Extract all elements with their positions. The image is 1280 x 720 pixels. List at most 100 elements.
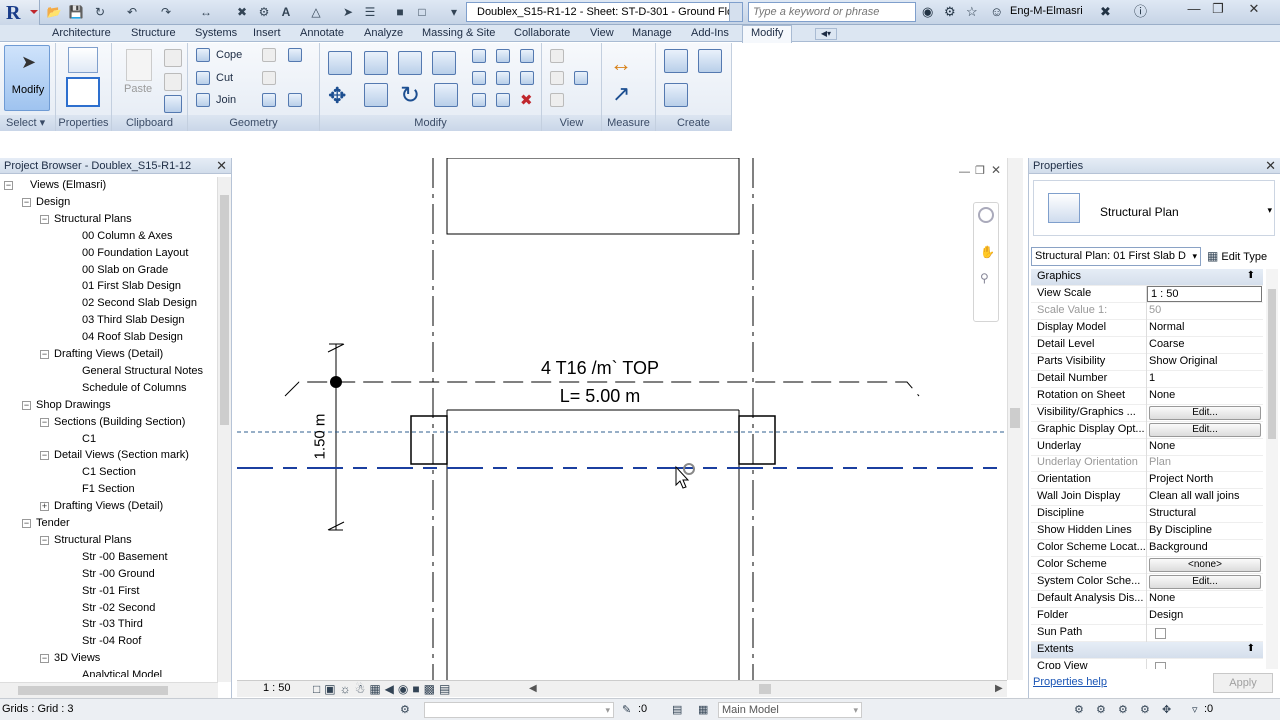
project-browser-vertical-scrollbar[interactable] <box>217 177 231 682</box>
edit-type-button[interactable]: ▦ Edit Type <box>1207 247 1267 266</box>
tree-item[interactable]: Drafting Views (Detail) <box>54 498 163 515</box>
type-properties-icon[interactable] <box>68 47 98 73</box>
tree-toggle-icon[interactable]: − <box>22 197 31 207</box>
cut-icon[interactable] <box>164 49 182 67</box>
linework-icon[interactable] <box>550 93 564 107</box>
exchange-apps-icon[interactable]: ✖ <box>1100 4 1111 20</box>
pan-icon[interactable]: ✋ <box>980 245 995 259</box>
measure-distance-icon[interactable]: ↔ <box>610 51 632 77</box>
zoom-icon[interactable]: ⚲ <box>980 271 989 285</box>
tree-toggle-icon[interactable]: − <box>40 417 49 427</box>
tab-structure[interactable]: Structure <box>131 27 176 39</box>
select-by-face-icon[interactable]: ⚙ <box>1140 703 1150 716</box>
paste-icon[interactable] <box>126 49 152 81</box>
scroll-thumb[interactable] <box>1268 289 1276 439</box>
property-value[interactable]: Design <box>1149 609 1183 621</box>
property-value[interactable]: None <box>1149 440 1175 452</box>
unpin-icon[interactable] <box>520 49 534 63</box>
tree-item[interactable]: C1 Section <box>82 464 136 481</box>
tree-item[interactable]: 03 Third Slab Design <box>82 312 185 329</box>
column[interactable] <box>738 415 776 465</box>
tree-item[interactable]: 00 Foundation Layout <box>82 245 188 262</box>
user-icon[interactable]: ☺ <box>990 4 1003 20</box>
view-control-icons[interactable]: □▣☼☃▦◀◉■▩▤ <box>313 682 454 696</box>
tree-toggle-icon[interactable]: − <box>40 350 49 359</box>
property-value[interactable]: Clean all wall joins <box>1149 490 1240 502</box>
copy-element-icon[interactable] <box>364 83 388 107</box>
tab-manage[interactable]: Manage <box>632 27 672 39</box>
minimize-window-icon[interactable]: — <box>1182 2 1206 18</box>
pick-icon[interactable] <box>288 93 302 107</box>
view-scale-label[interactable]: 1 : 50 <box>263 682 291 694</box>
tree-toggle-icon[interactable]: − <box>4 181 13 190</box>
undo-icon[interactable]: ↶ <box>124 4 140 20</box>
beam-outline[interactable] <box>446 158 740 235</box>
property-edit-button[interactable]: Edit... <box>1149 575 1261 590</box>
modify-tool-button[interactable]: ➤ Modify <box>4 45 50 111</box>
tab-massing-site[interactable]: Massing & Site <box>422 27 495 39</box>
aligned-dimension-icon[interactable]: ↗ <box>612 81 630 107</box>
application-menu-button[interactable]: R <box>0 0 40 25</box>
tree-item[interactable]: 01 First Slab Design <box>82 278 181 295</box>
property-value[interactable]: Project North <box>1149 473 1213 485</box>
tree-item[interactable]: Schedule of Columns <box>82 380 187 397</box>
steering-wheel-icon[interactable] <box>978 207 994 223</box>
offset-icon[interactable] <box>364 51 388 75</box>
tree-toggle-icon[interactable]: + <box>40 502 49 512</box>
tree-toggle-icon[interactable]: − <box>40 451 49 461</box>
join-button[interactable]: Join <box>216 94 236 106</box>
split-face-icon[interactable] <box>262 48 276 62</box>
rotate-icon[interactable]: ↻ <box>400 81 420 110</box>
tree-item[interactable]: Str -01 First <box>82 583 139 600</box>
tree-toggle-icon[interactable]: − <box>22 400 31 410</box>
tree-item[interactable]: 3D Views <box>54 650 100 667</box>
design-option-dropdown[interactable]: Main Model ▾ <box>718 702 862 718</box>
trim-extend-icon[interactable] <box>434 83 458 107</box>
tree-item[interactable]: Shop Drawings <box>36 397 111 414</box>
property-checkbox[interactable] <box>1155 661 1166 669</box>
scroll-thumb[interactable] <box>220 195 229 425</box>
tree-item[interactable]: 04 Roof Slab Design <box>82 329 183 346</box>
scroll-thumb[interactable] <box>1010 408 1020 428</box>
select-links-icon[interactable]: ⚙ <box>1074 703 1084 716</box>
column[interactable] <box>410 415 448 465</box>
instance-selector[interactable]: Structural Plan: 01 First Slab D ▾ <box>1031 247 1201 266</box>
canvas-vertical-scrollbar[interactable] <box>1007 158 1023 680</box>
tree-item[interactable]: Structural Plans <box>54 211 132 228</box>
property-value[interactable]: None <box>1149 592 1175 604</box>
tree-item[interactable]: Str -02 Second <box>82 600 155 617</box>
binoculars-icon[interactable]: ◉ <box>922 4 933 20</box>
property-edit-button[interactable]: Edit... <box>1149 405 1261 420</box>
tree-item[interactable]: Design <box>36 194 70 211</box>
create-assembly-icon[interactable] <box>664 49 688 73</box>
property-value[interactable]: Normal <box>1149 321 1184 333</box>
view-minimize-icon[interactable]: — <box>959 166 970 178</box>
mirror-axis-icon[interactable] <box>398 51 422 75</box>
text-icon[interactable]: A <box>278 4 294 20</box>
property-value[interactable]: 1 <box>1149 372 1155 384</box>
create-parts-icon[interactable] <box>698 49 722 73</box>
match-type-icon[interactable] <box>164 95 182 113</box>
tab-add-ins[interactable]: Add-Ins <box>691 27 729 39</box>
tree-item[interactable]: Str -00 Basement <box>82 549 168 566</box>
restore-window-icon[interactable]: ❐ <box>1206 2 1230 18</box>
view-restore-icon[interactable]: ❐ <box>975 164 985 177</box>
property-edit-button[interactable]: Edit... <box>1149 422 1261 437</box>
scale-icon[interactable] <box>496 71 510 85</box>
ribbon-minimize-icon[interactable]: ◀▾ <box>815 28 837 40</box>
design-options-icon[interactable]: ▤ <box>672 703 682 716</box>
sync-icon[interactable]: ↻ <box>92 4 108 20</box>
canvas-horizontal-scroll-thumb[interactable] <box>759 684 771 694</box>
customize-qat-icon[interactable]: ▾ <box>446 4 462 20</box>
align-icon[interactable] <box>328 51 352 75</box>
property-edit-button[interactable]: <none> <box>1149 558 1261 573</box>
apply-button[interactable]: Apply <box>1213 673 1273 693</box>
search-input[interactable] <box>748 2 916 22</box>
rebar-length-tag[interactable]: L= 5.00 m <box>517 386 683 407</box>
tree-item[interactable]: General Structural Notes <box>82 363 203 380</box>
tree-item[interactable]: Structural Plans <box>54 532 132 549</box>
paste-button[interactable]: Paste <box>124 83 152 95</box>
properties-scrollbar[interactable] <box>1266 269 1278 669</box>
tree-toggle-icon[interactable]: − <box>40 214 49 224</box>
tree-item[interactable]: Str -03 Third <box>82 616 143 633</box>
